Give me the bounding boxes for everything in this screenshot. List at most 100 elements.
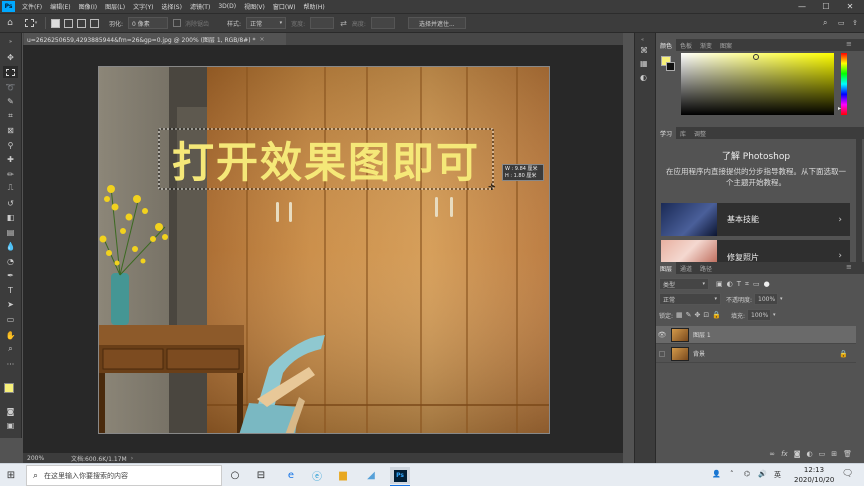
- widgets-icon[interactable]: ⊟: [252, 467, 270, 484]
- lock-pixels-icon[interactable]: ✎: [686, 311, 692, 319]
- tray-expand-icon[interactable]: ˄: [730, 470, 734, 478]
- history-brush-tool-icon[interactable]: ↺: [3, 197, 18, 209]
- menu-layer[interactable]: 图层(L): [101, 2, 129, 11]
- eraser-tool-icon[interactable]: ◧: [3, 211, 18, 223]
- edge-browser-icon[interactable]: e: [282, 467, 300, 484]
- document-canvas[interactable]: 打开效果图即可 W : 9.84 厘米 H : 1.80 厘米 ✛: [98, 66, 550, 434]
- share-icon[interactable]: ⇪: [852, 19, 858, 27]
- rectangle-tool-icon[interactable]: ▭: [3, 313, 18, 325]
- file-explorer-icon[interactable]: ▆: [334, 467, 352, 484]
- hue-slider-handle[interactable]: ▸: [838, 105, 841, 112]
- lock-all-icon[interactable]: 🔒: [712, 311, 721, 319]
- layer-row-background[interactable]: 背景 🔒: [656, 345, 856, 363]
- height-input[interactable]: [370, 17, 395, 29]
- add-selection-icon[interactable]: [64, 18, 73, 28]
- lock-transparent-icon[interactable]: ▦: [676, 311, 683, 319]
- ie-browser-icon[interactable]: ⓔ: [308, 467, 326, 484]
- menu-edit[interactable]: 编辑(E): [46, 2, 74, 11]
- tab-layers[interactable]: 图层: [656, 262, 677, 274]
- select-and-mask-button[interactable]: 选择并遮住...: [407, 17, 466, 29]
- fill-input[interactable]: 100%: [747, 309, 772, 321]
- dodge-tool-icon[interactable]: ◔: [3, 255, 18, 267]
- tab-swatches[interactable]: 色板: [676, 39, 696, 51]
- filter-type-icon[interactable]: T: [737, 280, 741, 288]
- type-tool-icon[interactable]: T: [3, 284, 18, 296]
- color-picker-cursor[interactable]: [753, 54, 759, 60]
- quick-select-tool-icon[interactable]: ✎: [3, 95, 18, 107]
- rectangular-marquee-tool-icon[interactable]: [3, 66, 18, 78]
- tab-patterns[interactable]: 图案: [716, 39, 736, 51]
- chevron-down-icon[interactable]: ▾: [773, 312, 776, 318]
- add-mask-icon[interactable]: ◙: [794, 450, 801, 458]
- adjustment-layer-icon[interactable]: ◐: [807, 450, 813, 458]
- app-icon[interactable]: ◢: [362, 467, 380, 484]
- color-bg-swatch[interactable]: [666, 62, 675, 71]
- marquee-preset-icon[interactable]: ▾: [20, 19, 42, 27]
- learn-scrollbar[interactable]: [856, 133, 862, 265]
- menu-window[interactable]: 窗口(W): [269, 2, 300, 11]
- more-tools-icon[interactable]: ···: [3, 358, 18, 370]
- foreground-color-swatch[interactable]: [4, 383, 14, 393]
- group-icon[interactable]: ▭: [819, 450, 826, 458]
- zoom-tool-icon[interactable]: ⌕: [3, 343, 18, 355]
- layers-panel-menu-icon[interactable]: ≡: [846, 263, 852, 271]
- filter-smart-icon[interactable]: ▭: [753, 280, 760, 288]
- filter-toggle-icon[interactable]: ●: [764, 280, 770, 288]
- quick-mask-icon[interactable]: ◙: [3, 405, 18, 417]
- menu-type[interactable]: 文字(Y): [129, 2, 157, 11]
- windows-start-icon[interactable]: ⊞: [2, 467, 20, 484]
- collapse-panels-icon[interactable]: «: [641, 37, 644, 43]
- status-arrow-icon[interactable]: ›: [131, 455, 133, 462]
- style-select[interactable]: 正常 ▾: [246, 17, 287, 29]
- layer-name[interactable]: 图层 1: [693, 330, 711, 339]
- volume-icon[interactable]: 🔊: [758, 470, 767, 478]
- close-tab-icon[interactable]: ×: [260, 36, 265, 43]
- pen-tool-icon[interactable]: ✒: [3, 269, 18, 281]
- tab-learn[interactable]: 学习: [656, 127, 677, 139]
- lock-position-icon[interactable]: ✥: [695, 311, 701, 319]
- search-icon[interactable]: ⌕: [823, 18, 827, 28]
- maximize-button[interactable]: ☐: [814, 0, 838, 13]
- tab-libraries[interactable]: 库: [676, 127, 690, 139]
- close-window-button[interactable]: ✕: [838, 0, 862, 13]
- layer-row-layer1[interactable]: 👁 图层 1: [656, 326, 856, 344]
- opacity-input[interactable]: 100%: [754, 293, 779, 305]
- frame-tool-icon[interactable]: ⊠: [3, 124, 18, 136]
- eyedropper-tool-icon[interactable]: ⚲: [3, 139, 18, 151]
- new-selection-icon[interactable]: [51, 18, 60, 28]
- link-layers-icon[interactable]: ∞: [769, 450, 775, 458]
- new-layer-icon[interactable]: ⊞: [831, 450, 837, 458]
- adjustments-panel-icon[interactable]: ◐: [640, 73, 647, 82]
- hand-tool-icon[interactable]: ✋: [3, 329, 18, 341]
- collapse-toolbox-icon[interactable]: »: [3, 36, 18, 48]
- menu-image[interactable]: 图像(I): [75, 2, 101, 11]
- chevron-down-icon[interactable]: ▾: [780, 296, 783, 302]
- taskbar-clock[interactable]: 12:13 2020/10/20: [794, 465, 834, 485]
- tab-channels[interactable]: 通道: [676, 262, 696, 274]
- feather-input[interactable]: 0 像素: [128, 17, 169, 29]
- minimize-button[interactable]: —: [790, 0, 814, 13]
- menu-file[interactable]: 文件(F): [18, 2, 46, 11]
- delete-layer-icon[interactable]: 🗑: [843, 450, 852, 458]
- eye-icon[interactable]: 👁: [656, 331, 668, 339]
- move-tool-icon[interactable]: ✥: [3, 51, 18, 63]
- screen-mode-icon[interactable]: ▣: [3, 419, 18, 431]
- learn-card-fix-photo[interactable]: 修复照片 ›: [661, 240, 850, 262]
- blur-tool-icon[interactable]: 💧: [3, 240, 18, 252]
- filter-pixel-icon[interactable]: ▣: [716, 280, 723, 288]
- workspace-icon[interactable]: ▭: [838, 19, 845, 27]
- layer-filter-select[interactable]: 类型 ▾: [659, 278, 709, 290]
- lasso-tool-icon[interactable]: ➰: [3, 81, 18, 93]
- width-input[interactable]: [310, 17, 335, 29]
- filter-shape-icon[interactable]: ⌗: [745, 280, 749, 289]
- path-selection-tool-icon[interactable]: ➤: [3, 298, 18, 310]
- network-icon[interactable]: ⌬: [744, 470, 750, 478]
- menu-view[interactable]: 视图(V): [240, 2, 269, 11]
- notification-icon[interactable]: 🗨: [842, 469, 853, 479]
- menu-3d[interactable]: 3D(D): [214, 3, 240, 10]
- zoom-level[interactable]: 200%: [23, 455, 57, 462]
- layer-style-icon[interactable]: fx: [781, 450, 788, 458]
- tab-color[interactable]: 颜色: [656, 39, 677, 51]
- canvas-text-layer[interactable]: 打开效果图即可: [159, 131, 493, 187]
- task-view-icon[interactable]: ○: [226, 467, 244, 484]
